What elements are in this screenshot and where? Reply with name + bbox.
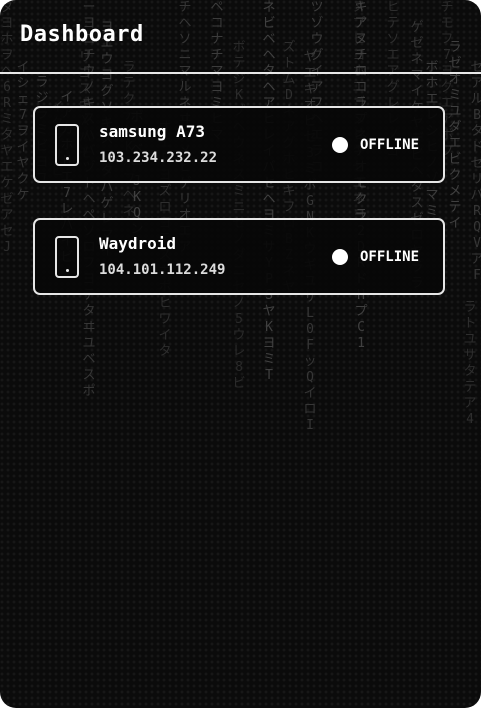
status-dot-icon	[332, 249, 348, 265]
device-name: Waydroid	[99, 234, 177, 253]
device-ip: 104.101.112.249	[99, 262, 226, 278]
phone-icon	[55, 236, 79, 278]
status-badge: OFFLINE	[360, 249, 420, 265]
header: Dashboard	[0, 0, 481, 74]
status-badge: OFFLINE	[360, 137, 420, 153]
phone-icon	[55, 124, 79, 166]
device-card-waydroid[interactable]: Waydroid 104.101.112.249 OFFLINE	[33, 218, 445, 295]
device-ip: 103.234.232.22	[99, 150, 218, 166]
page-title: Dashboard	[20, 22, 144, 47]
device-name: samsung A73	[99, 122, 205, 141]
status-dot-icon	[332, 137, 348, 153]
app-window: ダヨホヲヘ6RミタヤエケゼアセJイシェ7ヲイヤクケラジラミビヨユイクアサヒイアカ…	[0, 0, 481, 708]
device-card-samsung[interactable]: samsung A73 103.234.232.22 OFFLINE	[33, 106, 445, 183]
